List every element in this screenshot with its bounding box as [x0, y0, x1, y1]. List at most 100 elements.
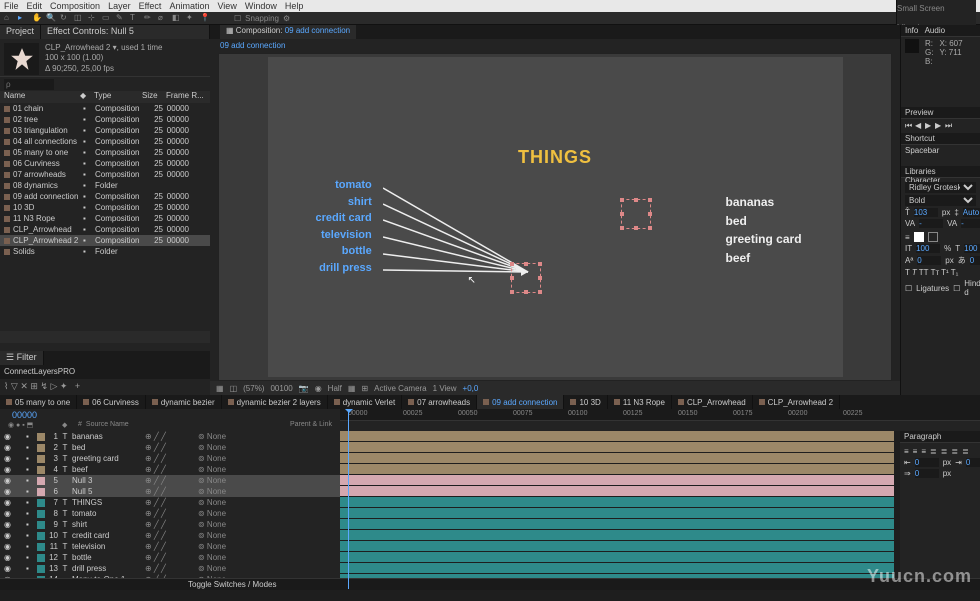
tab-composition[interactable]: ▦ Composition: 09 add connection: [220, 25, 356, 39]
layer-bar[interactable]: [340, 453, 894, 463]
text-tool-icon[interactable]: T: [130, 13, 140, 23]
puppet-tool-icon[interactable]: 📍: [200, 13, 210, 23]
channel-icon[interactable]: ◉: [315, 384, 322, 393]
project-item[interactable]: 02 tree▪Composition2500000: [0, 114, 210, 125]
hand-tool-icon[interactable]: ✋: [32, 13, 42, 23]
justify-left-icon[interactable]: ≣: [930, 447, 937, 456]
grid-icon[interactable]: ⊞: [361, 384, 368, 393]
brush-tool-icon[interactable]: ✏: [144, 13, 154, 23]
leading-input[interactable]: [963, 208, 980, 217]
ligatures-label[interactable]: Ligatures: [916, 284, 949, 293]
resolution-select[interactable]: Half: [328, 384, 342, 393]
anchor-tool-icon[interactable]: ⊹: [88, 13, 98, 23]
timeline-tab[interactable]: 05 many to one: [0, 395, 77, 409]
preview-next-icon[interactable]: ▶: [935, 121, 943, 129]
menu-effect[interactable]: Effect: [139, 1, 162, 11]
caps-icon[interactable]: TT: [919, 268, 929, 277]
timeline-tab[interactable]: 11 N3 Rope: [608, 395, 672, 409]
bold-icon[interactable]: T: [905, 268, 910, 277]
layer-bar[interactable]: [340, 563, 894, 573]
filter-tab[interactable]: ☰ Filter: [0, 351, 44, 365]
project-item[interactable]: CLP_Arrowhead 2▪Composition2500000: [0, 235, 210, 246]
layer-bar[interactable]: [340, 464, 894, 474]
timeline-tab[interactable]: 07 arrowheads: [402, 395, 477, 409]
ws-smallscreen[interactable]: Small Screen: [897, 4, 976, 13]
roi-icon[interactable]: ▦: [348, 384, 356, 393]
timeline-bars[interactable]: [340, 431, 900, 578]
layer-bar[interactable]: [340, 486, 894, 496]
layer-bar[interactable]: [340, 497, 894, 507]
col-frame[interactable]: Frame R...: [166, 91, 204, 103]
project-item[interactable]: 06 Curviness▪Composition2500000: [0, 158, 210, 169]
snap-opt-icon[interactable]: ⚙: [283, 14, 290, 23]
menu-file[interactable]: File: [4, 1, 19, 11]
rotate-tool-icon[interactable]: ↻: [60, 13, 70, 23]
menu-window[interactable]: Window: [245, 1, 277, 11]
null-5-box[interactable]: [511, 263, 541, 293]
layer-bar[interactable]: [340, 475, 894, 485]
layer-bar[interactable]: [340, 442, 894, 452]
project-item[interactable]: 11 N3 Rope▪Composition2500000: [0, 213, 210, 224]
tab-effect-controls[interactable]: Effect Controls: Null 5: [41, 25, 210, 39]
col-name[interactable]: Name: [4, 91, 78, 103]
kerning-input[interactable]: [919, 219, 943, 228]
null-3-box[interactable]: [621, 199, 651, 229]
layer-bar[interactable]: [340, 541, 894, 551]
project-item[interactable]: 03 triangulation▪Composition2500000: [0, 125, 210, 136]
smallcaps-icon[interactable]: Tᴛ: [931, 268, 940, 277]
eraser-tool-icon[interactable]: ◧: [172, 13, 182, 23]
font-family-select[interactable]: Ridley Grotesk: [905, 182, 976, 193]
time-ruler[interactable]: 0000000025000500007500100001250015000175…: [340, 409, 980, 421]
timeline-layer-row[interactable]: ◉▪6Null 5⊕ ╱ ╱⊚ None: [0, 486, 340, 497]
layer-bar[interactable]: [340, 530, 894, 540]
alpha-icon[interactable]: ▦: [216, 384, 224, 393]
project-search-input[interactable]: [4, 79, 54, 90]
toggle-switches-button[interactable]: Toggle Switches / Modes: [188, 580, 277, 589]
wireframe-icon[interactable]: ◫: [230, 384, 238, 393]
timeline-layer-row[interactable]: ◉▪4Tbeef⊕ ╱ ╱⊚ None: [0, 464, 340, 475]
view-select[interactable]: 1 View: [433, 384, 457, 393]
timeline-layer-row[interactable]: ◉▪11Ttelevision⊕ ╱ ╱⊚ None: [0, 541, 340, 552]
font-size-input[interactable]: [914, 208, 938, 217]
font-weight-select[interactable]: Bold: [905, 195, 976, 206]
timeline-tab[interactable]: 09 add connection: [477, 395, 564, 409]
exposure-value[interactable]: +0,0: [463, 384, 479, 393]
timeline-layers[interactable]: ◉▪1Tbananas⊕ ╱ ╱⊚ None◉▪2Tbed⊕ ╱ ╱⊚ None…: [0, 431, 340, 578]
timeline-layer-row[interactable]: ◉▪7TTHINGS⊕ ╱ ╱⊚ None: [0, 497, 340, 508]
project-list[interactable]: 01 chain▪Composition250000002 tree▪Compo…: [0, 103, 210, 331]
layer-bar[interactable]: [340, 552, 894, 562]
zoom-tool-icon[interactable]: 🔍: [46, 13, 56, 23]
justify-center-icon[interactable]: ≣: [941, 447, 948, 456]
align-center-icon[interactable]: ≡: [913, 447, 918, 456]
clp-toolbar[interactable]: ⌇ ▽ ✕ ⊞ ↯ ▷ ✦ +: [0, 379, 210, 395]
timeline-layer-row[interactable]: ◉▪5Null 3⊕ ╱ ╱⊚ None: [0, 475, 340, 486]
timeline-tab[interactable]: dynamic bezier: [146, 395, 222, 409]
snapping-check[interactable]: ☐: [234, 14, 241, 23]
timeline-tab[interactable]: CLP_Arrowhead: [672, 395, 753, 409]
timeline-layer-row[interactable]: ◉▪13Tdrill press⊕ ╱ ╱⊚ None: [0, 563, 340, 574]
project-item[interactable]: Solids▪Folder: [0, 246, 210, 257]
menu-layer[interactable]: Layer: [108, 1, 131, 11]
timeline-layer-row[interactable]: ◉▪10Tcredit card⊕ ╱ ╱⊚ None: [0, 530, 340, 541]
pen-tool-icon[interactable]: ✎: [116, 13, 126, 23]
indent-left-input[interactable]: [915, 458, 939, 467]
sub-icon[interactable]: T₁: [951, 268, 959, 277]
menu-edit[interactable]: Edit: [27, 1, 43, 11]
menu-help[interactable]: Help: [285, 1, 304, 11]
hscale-input[interactable]: [964, 244, 980, 253]
camera-tool-icon[interactable]: ◫: [74, 13, 84, 23]
layer-bar[interactable]: [340, 431, 894, 441]
vscale-input[interactable]: [916, 244, 940, 253]
preview-last-icon[interactable]: ⏭: [945, 121, 953, 129]
layer-bar[interactable]: [340, 508, 894, 518]
snapshot-icon[interactable]: 📷: [299, 384, 309, 393]
timeline-layer-row[interactable]: ◉▪12Tbottle⊕ ╱ ╱⊚ None: [0, 552, 340, 563]
hindi-label[interactable]: Hindi d: [964, 279, 980, 297]
project-item[interactable]: 01 chain▪Composition2500000: [0, 103, 210, 114]
project-item[interactable]: 10 3D▪Composition2500000: [0, 202, 210, 213]
project-item[interactable]: 05 many to one▪Composition2500000: [0, 147, 210, 158]
timeline-layer-row[interactable]: ◉▪1Tbananas⊕ ╱ ╱⊚ None: [0, 431, 340, 442]
timeline-tab[interactable]: dynamic bezier 2 layers: [222, 395, 328, 409]
tab-libraries[interactable]: Libraries: [905, 167, 936, 176]
clone-tool-icon[interactable]: ⌀: [158, 13, 168, 23]
